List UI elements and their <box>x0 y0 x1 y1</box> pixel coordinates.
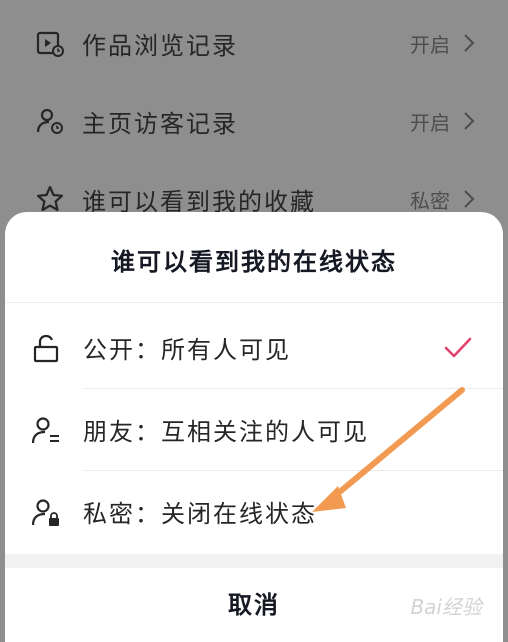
sheet-title: 谁可以看到我的在线状态 <box>111 248 397 276</box>
section-gap <box>5 554 503 568</box>
checkmark-icon <box>444 337 472 358</box>
chevron-right-icon <box>464 34 475 52</box>
online-status-bottom-sheet: 谁可以看到我的在线状态 公开：所有人可见 朋友：互相关注的人可见 私密：关闭在线… <box>5 212 503 642</box>
setting-value: 私密 <box>410 188 450 213</box>
divider <box>83 388 503 389</box>
setting-value: 开启 <box>410 32 450 57</box>
option-label: 朋友：互相关注的人可见 <box>83 418 369 446</box>
chevron-right-icon <box>464 112 475 130</box>
visitor-history-icon <box>36 108 63 134</box>
setting-row-work-browse-history[interactable]: 作品浏览记录 开启 <box>0 4 508 82</box>
setting-label: 主页访客记录 <box>82 109 238 138</box>
video-history-icon <box>36 31 64 57</box>
option-public[interactable]: 公开：所有人可见 <box>5 308 503 390</box>
setting-value: 开启 <box>410 110 450 135</box>
divider <box>5 302 503 303</box>
setting-row-profile-visitors[interactable]: 主页访客记录 开启 <box>0 82 508 160</box>
option-label: 公开：所有人可见 <box>83 336 291 364</box>
option-private[interactable]: 私密：关闭在线状态 <box>5 472 503 554</box>
option-friends[interactable]: 朋友：互相关注的人可见 <box>5 390 503 472</box>
option-label: 私密：关闭在线状态 <box>83 500 317 528</box>
mutual-follow-user-icon <box>31 417 59 444</box>
star-icon <box>36 185 64 212</box>
unlock-icon <box>33 334 59 363</box>
watermark: Bai经验 <box>410 595 482 619</box>
divider <box>83 470 503 471</box>
setting-label: 作品浏览记录 <box>82 31 238 60</box>
private-user-lock-icon <box>31 499 59 526</box>
chevron-right-icon <box>464 190 475 208</box>
